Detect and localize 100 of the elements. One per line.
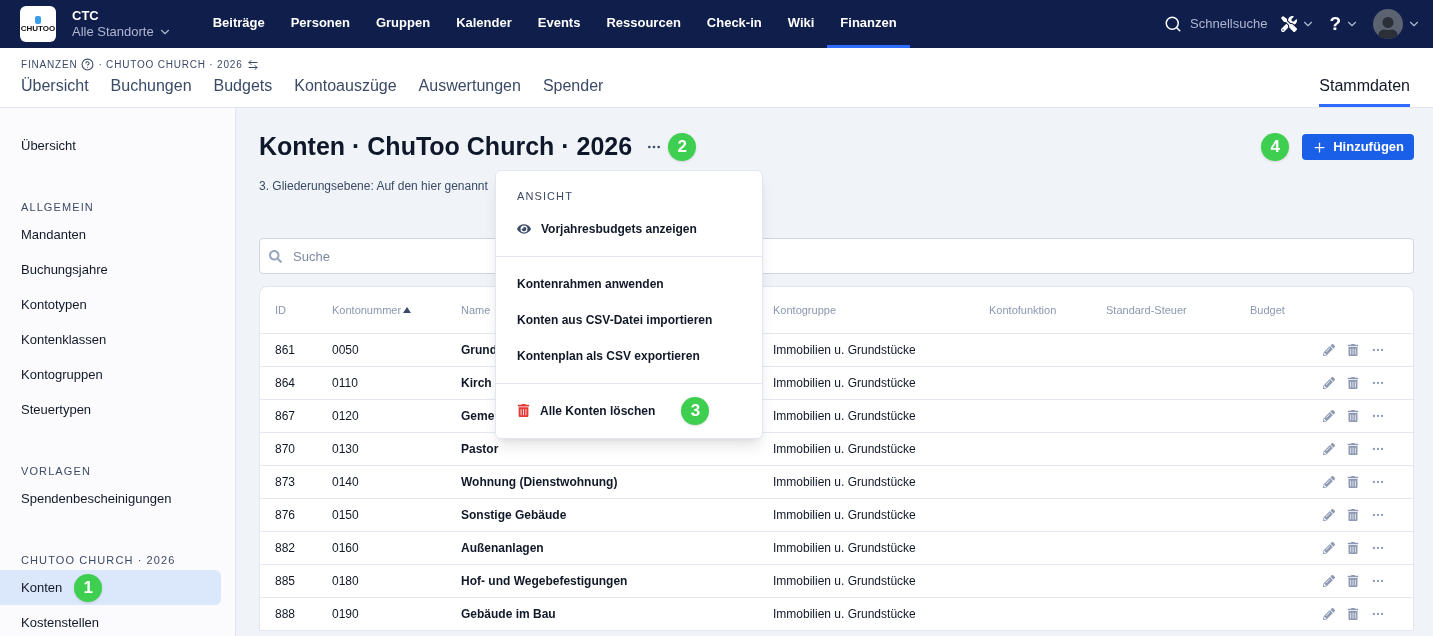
tab[interactable]: Übersicht <box>21 74 89 107</box>
delete-icon[interactable] <box>1347 542 1359 554</box>
sidebar-section-title: CHUTOO CHURCH · 2026 <box>20 552 177 568</box>
table-cell-text: 870 <box>275 441 297 458</box>
eye-icon <box>517 221 531 236</box>
menu-item-label: Vorjahresbudgets anzeigen <box>541 220 697 238</box>
location-selector[interactable]: Alle Standorte <box>72 24 172 41</box>
table-cell-text: 0190 <box>332 606 360 623</box>
menu-item-label: Alle Konten löschen <box>540 402 656 420</box>
logo[interactable]: CHUTOO <box>20 6 56 42</box>
tab[interactable]: Spender <box>542 74 604 107</box>
table-cell-text: 0160 <box>332 540 360 557</box>
step-number-badge: 3 <box>681 396 710 425</box>
table-cell-text: 864 <box>275 375 297 392</box>
table-cell-text: Sonstige Gebäude <box>461 507 567 524</box>
sidebar-item[interactable]: Spendenbescheinigungen <box>0 481 221 516</box>
table-cell-text: Immobilien u. Grundstücke <box>773 540 917 557</box>
menu-item-label: Konten aus CSV-Datei importieren <box>517 311 713 329</box>
nav-item[interactable]: Events <box>524 0 594 48</box>
nav-item[interactable]: Kalender <box>443 0 525 48</box>
table-cell-text: Hof- und Wegebefestigungen <box>461 573 628 590</box>
table-cell-text: Gebäude im Bau <box>461 606 556 623</box>
search-icon <box>1164 15 1183 33</box>
switch-icon[interactable] <box>246 58 259 71</box>
tab[interactable]: Kontoauszüge <box>294 74 397 107</box>
delete-icon[interactable] <box>1347 410 1359 422</box>
edit-icon[interactable] <box>1323 377 1335 389</box>
edit-icon[interactable] <box>1323 575 1335 587</box>
help-icon[interactable] <box>81 58 95 71</box>
table-cell-text: Kirch <box>461 375 492 392</box>
breadcrumb[interactable]: FINANZEN <box>21 57 78 72</box>
sidebar-item-label: Buchungsjahre <box>21 260 108 279</box>
sidebar-item-label: Kostenstellen <box>21 613 100 632</box>
sidebar-item-label: Steuertypen <box>21 400 92 419</box>
tab[interactable]: Buchungen <box>110 74 192 107</box>
table-cell-text: Immobilien u. Grundstücke <box>773 573 917 590</box>
sidebar-item[interactable]: Steuertypen <box>0 392 221 427</box>
edit-icon[interactable] <box>1323 509 1335 521</box>
table-cell-text: 0120 <box>332 408 360 425</box>
table-cell-text: 867 <box>275 408 297 425</box>
sidebar-item[interactable]: Mandanten <box>0 217 221 252</box>
description: 3. Gliederungsebene: Auf den hier genannt <box>259 178 489 195</box>
sidebar-item[interactable]: Konten 1 <box>0 570 221 605</box>
tab[interactable]: Auswertungen <box>418 74 521 107</box>
table-cell-text: 0130 <box>332 441 360 458</box>
menu-item-label: Kontenrahmen anwenden <box>517 275 664 293</box>
sidebar-item[interactable]: Kontogruppen <box>0 357 221 392</box>
delete-icon[interactable] <box>1347 377 1359 389</box>
delete-icon[interactable] <box>1347 476 1359 488</box>
table-cell-text: 888 <box>275 606 297 623</box>
logo-text: CHUTOO <box>20 24 56 33</box>
delete-icon[interactable] <box>1347 443 1359 455</box>
table-cell-text: 0110 <box>332 375 359 392</box>
nav-item[interactable]: Gruppen <box>362 0 444 48</box>
nav-item[interactable]: Wiki <box>774 0 828 48</box>
edit-icon[interactable] <box>1323 410 1335 422</box>
help-menu-button[interactable]: ? <box>1329 9 1359 39</box>
sidebar-item-label: Übersicht <box>21 136 76 155</box>
menu-item[interactable]: Alle Konten löschen 3 <box>496 392 762 429</box>
edit-icon[interactable] <box>1323 476 1335 488</box>
table-cell-text: 0180 <box>332 573 360 590</box>
edit-icon[interactable] <box>1323 344 1335 356</box>
sidebar-item[interactable]: Buchungsjahre <box>0 252 221 287</box>
quick-search-button[interactable]: Schnellsuche <box>1164 14 1268 34</box>
search-icon <box>269 250 282 263</box>
table-cell-text: 882 <box>275 540 297 557</box>
step-number-badge: 2 <box>668 133 697 161</box>
sidebar-item-label: Kontogruppen <box>21 365 103 384</box>
trash-icon <box>517 404 530 417</box>
table-cell-text: Immobilien u. Grundstücke <box>773 606 917 623</box>
tab[interactable]: Budgets <box>213 74 273 107</box>
table-cell-text: 0050 <box>332 342 360 359</box>
edit-icon[interactable] <box>1323 608 1335 620</box>
add-button[interactable]: Hinzufügen <box>1302 134 1414 160</box>
delete-icon[interactable] <box>1347 509 1359 521</box>
menu-item-label: Kontenplan als CSV exportieren <box>517 347 700 365</box>
delete-icon[interactable] <box>1347 344 1359 356</box>
menu-item[interactable]: Kontenplan als CSV exportieren <box>496 337 762 374</box>
edit-icon[interactable] <box>1323 443 1335 455</box>
sidebar-item-label: Mandanten <box>21 225 87 244</box>
organization-name: CTC <box>72 7 100 24</box>
sidebar-item-label: Konten <box>21 578 63 597</box>
sidebar-item[interactable]: Kostenstellen <box>0 605 221 636</box>
step-number-badge: 4 <box>1261 133 1290 161</box>
edit-icon[interactable] <box>1323 542 1335 554</box>
plus-icon <box>1312 139 1328 155</box>
sidebar-item[interactable]: Übersicht <box>0 128 221 163</box>
nav-item[interactable]: Beiträge <box>199 0 278 48</box>
nav-item[interactable]: Ressourcen <box>593 0 694 48</box>
breadcrumb[interactable]: · CHUTOO CHURCH · 2026 <box>98 57 243 72</box>
delete-icon[interactable] <box>1347 608 1359 620</box>
table-cell-text: 0140 <box>332 474 360 491</box>
menu-item[interactable]: Konten aus CSV-Datei importieren <box>496 301 762 338</box>
nav-item[interactable]: Check-in <box>693 0 775 48</box>
step-number-badge: 1 <box>74 573 103 602</box>
sidebar-item[interactable]: Kontenklassen <box>0 322 221 357</box>
sidebar-item[interactable]: Kontotypen <box>0 287 221 322</box>
delete-icon[interactable] <box>1347 575 1359 587</box>
nav-item[interactable]: Personen <box>277 0 363 48</box>
user-menu-button[interactable] <box>1373 9 1421 39</box>
